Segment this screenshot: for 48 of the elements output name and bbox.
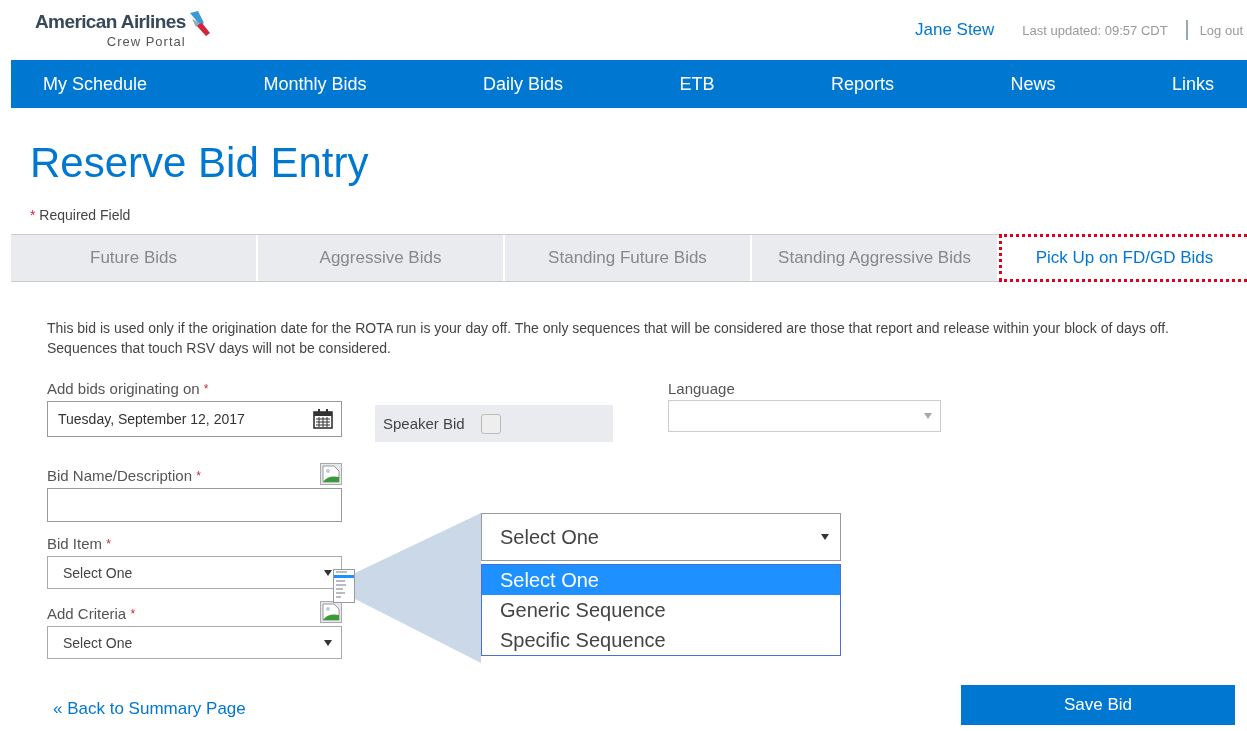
caret-icon [820, 533, 830, 541]
field-label: Bid Name/Description [47, 467, 193, 484]
required-asterisk: * [203, 382, 209, 396]
required-asterisk: * [130, 607, 136, 621]
nav-link[interactable]: Daily Bids [483, 73, 564, 95]
add-criteria-select[interactable]: Select One [47, 626, 342, 659]
nav-link[interactable]: Monthly Bids [263, 73, 367, 95]
nav-link[interactable]: ETB [679, 73, 715, 95]
nav-link[interactable]: My Schedule [43, 73, 148, 95]
logo-subtitle: Crew Portal [106, 34, 186, 49]
field-label: Language [668, 380, 735, 398]
description-text: This bid is used only if the origination date for the ROTA run is your day off. The only sequences that will be considered are those that report and release within your block of days off. Sequences that touch RSV days will not be considered. [47, 319, 1170, 358]
required-asterisk: * [30, 207, 36, 223]
dropdown-option[interactable]: Specific Sequence [482, 625, 840, 655]
last-updated-text: Last updated: 09:57 CDT [1022, 22, 1168, 38]
dropdown-thumbnail-icon [333, 569, 355, 603]
required-asterisk: * [196, 469, 201, 483]
date-field[interactable]: Tuesday, September 12, 2017 [47, 401, 342, 437]
dropdown-option[interactable]: Generic Sequence [482, 595, 840, 625]
field-label: Bid Item [47, 535, 103, 552]
nav-link[interactable]: Links [1171, 73, 1214, 95]
required-field-note: Required Field [39, 207, 131, 223]
field-label: Add bids originating on [47, 380, 200, 397]
caret-icon [924, 413, 932, 419]
field-label: Add Criteria [47, 605, 127, 622]
caret-icon [323, 638, 333, 647]
page-title: Reserve Bid Entry [30, 138, 370, 188]
nav-link[interactable]: News [1010, 73, 1056, 95]
user-name-link[interactable]: Jane Stew [914, 20, 995, 40]
enlarged-select[interactable]: Select One [481, 513, 841, 561]
broken-image-icon [320, 463, 342, 485]
logo-icon [187, 11, 212, 37]
back-link[interactable]: « Back to Summary Page [53, 699, 246, 719]
logo-title: American Airlines [35, 11, 186, 33]
language-select[interactable] [668, 400, 941, 432]
logout-link[interactable]: Log out [1199, 22, 1243, 38]
save-button[interactable]: Save Bid [961, 685, 1235, 725]
broken-image-icon [320, 601, 342, 623]
speaker-bid-checkbox[interactable] [480, 413, 501, 434]
nav-link[interactable]: Reports [830, 73, 894, 95]
calendar-icon [313, 409, 333, 429]
bid-name-field[interactable] [47, 488, 342, 522]
caret-icon [323, 568, 333, 577]
bid-item-select[interactable]: Select One [47, 556, 342, 589]
dropdown-option[interactable]: Select One [482, 565, 840, 595]
speaker-bid-label: Speaker Bid [383, 415, 465, 432]
tab[interactable]: Pick Up on FD/GD Bids [999, 234, 1247, 282]
required-asterisk: * [106, 537, 111, 551]
